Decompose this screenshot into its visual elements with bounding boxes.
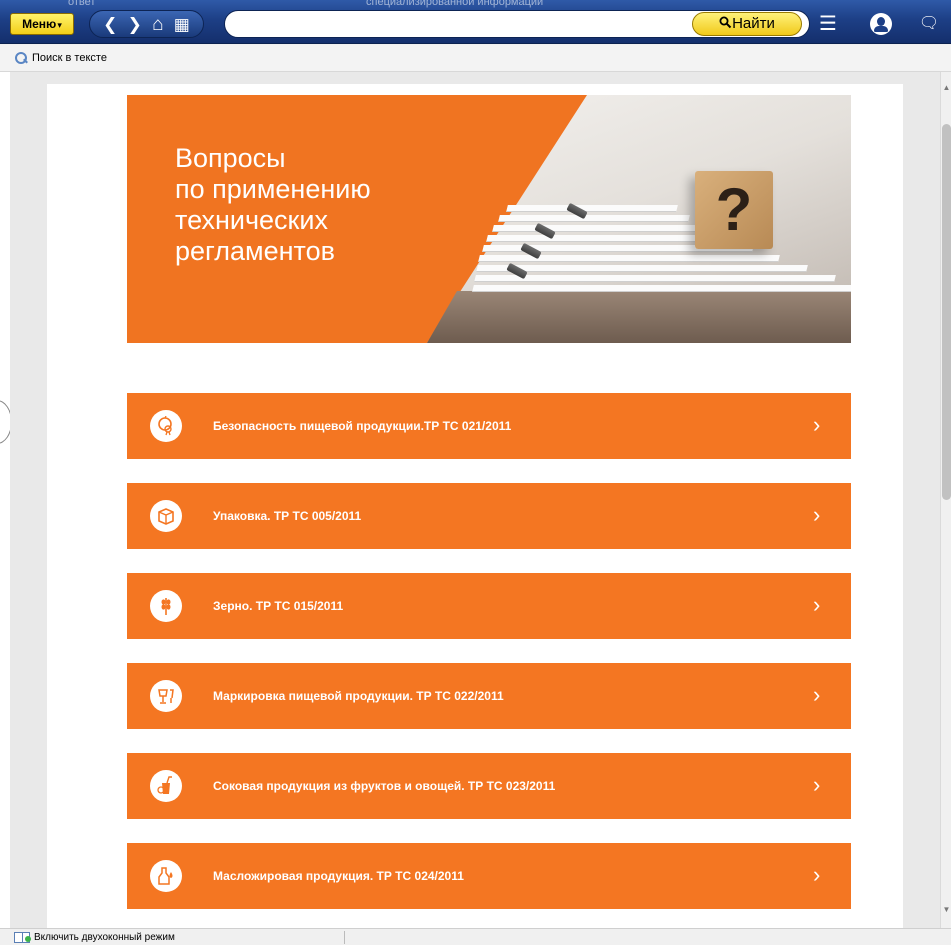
ghost-text-right: специализированной информации	[366, 0, 544, 8]
user-icon[interactable]	[870, 13, 892, 35]
scrollbar-thumb[interactable]	[942, 124, 951, 500]
home-icon[interactable]: ⌂	[152, 15, 163, 34]
banner-title-line: Вопросы	[175, 143, 286, 173]
scroll-up-icon[interactable]: ▲	[942, 82, 951, 94]
vertical-scrollbar[interactable]: ▲ ▼	[940, 72, 951, 928]
grid-icon[interactable]: ▦	[174, 16, 190, 33]
paper-sheet	[474, 275, 836, 282]
chevron-down-icon: ▾	[57, 20, 62, 30]
find-in-text-label: Поиск в тексте	[32, 52, 107, 64]
paper-sheet	[486, 235, 728, 242]
paper-sheet	[492, 225, 704, 232]
menu-button[interactable]: Меню▾	[10, 13, 74, 35]
juice-icon	[150, 770, 182, 802]
search-input[interactable]	[237, 15, 687, 35]
category-juice[interactable]: Соковая продукция из фруктов и овощей. Т…	[127, 753, 851, 819]
document-frame: ? Вопросы по применению технических регл…	[10, 72, 940, 928]
dual-window-mode-button[interactable]: Включить двухоконный режим	[14, 932, 175, 943]
chevron-right-icon: ›	[813, 862, 821, 887]
left-panel-edge	[0, 72, 10, 928]
grain-icon	[150, 590, 182, 622]
search-icon	[14, 51, 28, 65]
back-arrow-icon[interactable]: ❮	[103, 16, 117, 33]
menu-button-label: Меню	[22, 17, 57, 31]
paper-sheet	[472, 285, 851, 292]
category-label: Упаковка. ТР ТС 005/2011	[213, 509, 362, 523]
chat-icon[interactable]: 🗨	[915, 12, 943, 36]
question-mark: ?	[715, 176, 753, 243]
paper-sheet	[498, 215, 690, 222]
category-label: Безопасность пищевой продукции.ТР ТС 021…	[213, 419, 512, 433]
dual-window-icon	[14, 932, 31, 943]
category-grain[interactable]: Зерно. ТР ТС 015/2011 ›	[127, 573, 851, 639]
chevron-right-icon: ›	[813, 772, 821, 797]
scroll-down-icon[interactable]: ▼	[942, 904, 951, 916]
category-oil-fat[interactable]: Масложировая продукция. ТР ТС 024/2011 ›	[127, 843, 851, 909]
banner-table-surface	[427, 291, 851, 343]
category-label: Соковая продукция из фруктов и овощей. Т…	[213, 779, 556, 793]
magnifier-icon	[719, 16, 732, 29]
status-bar: Включить двухоконный режим	[0, 928, 951, 945]
forward-arrow-icon[interactable]: ❯	[128, 16, 142, 33]
question-cube: ?	[695, 171, 773, 249]
chevron-right-icon: ›	[813, 592, 821, 617]
paper-sheet	[478, 255, 780, 262]
find-button[interactable]: Найти	[692, 12, 802, 36]
hero-banner: ? Вопросы по применению технических регл…	[127, 95, 851, 343]
category-label: Масложировая продукция. ТР ТС 024/2011	[213, 869, 464, 883]
category-label: Зерно. ТР ТС 015/2011	[213, 599, 344, 613]
banner-title-line: регламентов	[175, 236, 335, 266]
paper-sheet	[506, 205, 678, 212]
find-in-text-button[interactable]: Поиск в тексте	[14, 51, 107, 65]
category-packaging[interactable]: Упаковка. ТР ТС 005/2011 ›	[127, 483, 851, 549]
category-food-safety[interactable]: Безопасность пищевой продукции.ТР ТС 021…	[127, 393, 851, 459]
status-divider	[344, 931, 345, 944]
banner-title: Вопросы по применению технических реглам…	[175, 143, 371, 267]
chevron-right-icon: ›	[813, 502, 821, 527]
document-subbar: Поиск в тексте	[0, 45, 951, 72]
find-button-label: Найти	[732, 15, 775, 32]
banner-title-line: технических	[175, 205, 328, 235]
oil-fat-icon	[150, 860, 182, 892]
category-label: Маркировка пищевой продукции. ТР ТС 022/…	[213, 689, 504, 703]
category-labeling[interactable]: Маркировка пищевой продукции. ТР ТС 022/…	[127, 663, 851, 729]
left-panel-decoration	[0, 400, 10, 444]
banner-title-line: по применению	[175, 174, 371, 204]
package-icon	[150, 500, 182, 532]
chevron-right-icon: ›	[813, 412, 821, 437]
food-safety-icon	[150, 410, 182, 442]
ghost-text-left: ответ	[68, 0, 96, 8]
chevron-right-icon: ›	[813, 682, 821, 707]
dual-window-mode-label: Включить двухоконный режим	[34, 932, 175, 943]
navigation-group: ❮ ❯ ⌂ ▦	[89, 10, 204, 38]
labeling-icon	[150, 680, 182, 712]
list-icon[interactable]: ☰	[814, 12, 842, 36]
document-page: ? Вопросы по применению технических регл…	[47, 84, 903, 928]
main-toolbar: ответ специализированной информации Меню…	[0, 0, 951, 44]
